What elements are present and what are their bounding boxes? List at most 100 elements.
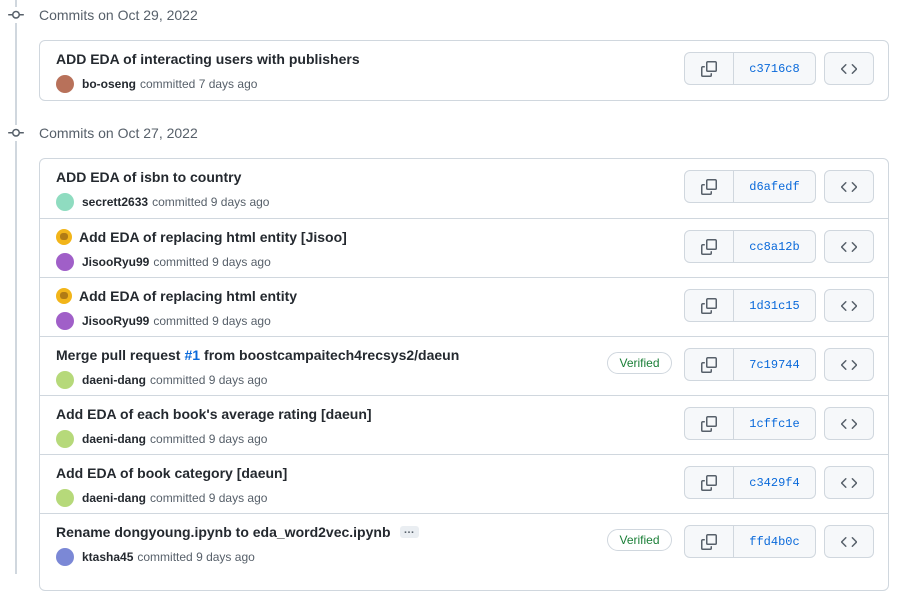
artist-palette-emoji-icon bbox=[56, 229, 72, 245]
relative-time: 9 days ago bbox=[212, 314, 271, 328]
browse-repository-button[interactable] bbox=[824, 348, 874, 381]
commit-row: Rename dongyoung.ipynb to eda_word2vec.i… bbox=[40, 513, 888, 572]
browse-repository-button[interactable] bbox=[824, 52, 874, 85]
commit-sha-link[interactable]: cc8a12b bbox=[734, 230, 816, 263]
commit-icon bbox=[8, 125, 24, 141]
avatar[interactable] bbox=[56, 312, 74, 330]
commit-message: Add EDA of replacing html entity bbox=[56, 288, 297, 304]
commit-row: Merge pull request #1 from boostcampaite… bbox=[40, 336, 888, 395]
author-link[interactable]: daeni-dang bbox=[82, 373, 146, 387]
commit-sha-link[interactable]: 1d31c15 bbox=[734, 289, 816, 322]
commit-message: ADD EDA of interacting users with publis… bbox=[56, 51, 360, 67]
committed-label: committed bbox=[150, 432, 206, 446]
avatar[interactable] bbox=[56, 253, 74, 271]
relative-time: 7 days ago bbox=[198, 77, 258, 91]
author-link[interactable]: secrett2633 bbox=[82, 195, 148, 209]
relative-time: 9 days ago bbox=[210, 195, 270, 209]
commit-message-link[interactable]: from boostcampaitech4recsys2/daeun bbox=[204, 347, 459, 363]
group-date-heading: Commits on Oct 29, 2022 bbox=[39, 7, 198, 23]
copy-sha-button[interactable] bbox=[684, 466, 734, 499]
copy-icon bbox=[701, 356, 717, 373]
browse-repository-button[interactable] bbox=[824, 289, 874, 322]
expand-description-button[interactable]: … bbox=[399, 525, 419, 538]
copy-icon bbox=[701, 533, 717, 550]
copy-icon bbox=[701, 60, 717, 77]
commit-message-link[interactable]: Add EDA of book category [daeun] bbox=[56, 465, 287, 481]
code-icon bbox=[841, 239, 857, 255]
relative-time: 9 days ago bbox=[196, 550, 255, 564]
commit-message-link[interactable]: ADD EDA of interacting users with publis… bbox=[56, 51, 360, 67]
timeline-line bbox=[15, 0, 17, 574]
author-link[interactable]: JisooRyu99 bbox=[82, 255, 149, 269]
commit-sha-link[interactable]: c3429f4 bbox=[734, 466, 816, 499]
relative-time: 9 days ago bbox=[208, 432, 268, 446]
committed-label: committed bbox=[140, 77, 196, 91]
commit-message-link[interactable]: Add EDA of replacing html entity [Jisoo] bbox=[79, 229, 347, 245]
browse-repository-button[interactable] bbox=[824, 466, 874, 499]
copy-sha-button[interactable] bbox=[684, 525, 734, 558]
commit-meta: secrett2633 committed 9 days ago bbox=[56, 193, 269, 211]
commit-sha-link[interactable]: 7c19744 bbox=[734, 348, 816, 381]
browse-repository-button[interactable] bbox=[824, 230, 874, 263]
commit-meta: bo-oseng committed 7 days ago bbox=[56, 75, 257, 93]
commit-sha-link[interactable]: ffd4b0c bbox=[734, 525, 816, 558]
commit-message-link[interactable]: ADD EDA of isbn to country bbox=[56, 169, 241, 185]
pull-request-link[interactable]: #1 bbox=[184, 347, 200, 363]
committed-label: committed bbox=[137, 550, 193, 564]
verified-badge[interactable]: Verified bbox=[607, 529, 672, 551]
copy-sha-button[interactable] bbox=[684, 289, 734, 322]
author-link[interactable]: daeni-dang bbox=[82, 491, 146, 505]
verified-badge[interactable]: Verified bbox=[607, 352, 672, 374]
avatar[interactable] bbox=[56, 75, 74, 93]
commit-message: Add EDA of replacing html entity [Jisoo] bbox=[56, 229, 347, 245]
commit-group-box: ADD EDA of isbn to country secrett2633 com… bbox=[39, 158, 889, 591]
commit-meta: daeni-dang committed 9 days ago bbox=[56, 371, 267, 389]
browse-repository-button[interactable] bbox=[824, 525, 874, 558]
code-icon bbox=[841, 475, 857, 491]
commit-meta: ktasha45 committed 9 days ago bbox=[56, 548, 255, 566]
code-icon bbox=[841, 298, 857, 314]
commit-message: Add EDA of each book's average rating [d… bbox=[56, 406, 372, 422]
commit-row: Add EDA of book category [daeun] daeni-da… bbox=[40, 454, 888, 513]
copy-icon bbox=[701, 238, 717, 255]
commit-message-link[interactable]: Add EDA of each book's average rating [d… bbox=[56, 406, 372, 422]
author-link[interactable]: daeni-dang bbox=[82, 432, 146, 446]
code-icon bbox=[841, 416, 857, 432]
group-date-heading: Commits on Oct 27, 2022 bbox=[39, 125, 198, 141]
commit-meta: daeni-dang committed 9 days ago bbox=[56, 430, 267, 448]
commit-sha-link[interactable]: d6afedf bbox=[734, 170, 816, 203]
commit-message: Rename dongyoung.ipynb to eda_word2vec.i… bbox=[56, 524, 419, 540]
artist-palette-emoji-icon bbox=[56, 288, 72, 304]
relative-time: 9 days ago bbox=[208, 491, 268, 505]
author-link[interactable]: bo-oseng bbox=[82, 77, 136, 91]
committed-label: committed bbox=[153, 255, 209, 269]
avatar[interactable] bbox=[56, 489, 74, 507]
avatar[interactable] bbox=[56, 548, 74, 566]
commit-message-link[interactable]: Merge pull request bbox=[56, 347, 180, 363]
avatar[interactable] bbox=[56, 430, 74, 448]
browse-repository-button[interactable] bbox=[824, 407, 874, 440]
copy-sha-button[interactable] bbox=[684, 230, 734, 263]
copy-sha-button[interactable] bbox=[684, 407, 734, 440]
browse-repository-button[interactable] bbox=[824, 170, 874, 203]
commit-meta: JisooRyu99 committed 9 days ago bbox=[56, 253, 271, 271]
committed-label: committed bbox=[153, 314, 209, 328]
copy-icon bbox=[701, 415, 717, 432]
commit-message-link[interactable]: Rename dongyoung.ipynb to eda_word2vec.i… bbox=[56, 524, 391, 540]
author-link[interactable]: ktasha45 bbox=[82, 550, 133, 564]
commit-row: Add EDA of replacing html entity [Jisoo]… bbox=[40, 218, 888, 277]
copy-sha-button[interactable] bbox=[684, 348, 734, 381]
copy-icon bbox=[701, 178, 717, 195]
commit-message: Add EDA of book category [daeun] bbox=[56, 465, 287, 481]
copy-sha-button[interactable] bbox=[684, 52, 734, 85]
commit-sha-link[interactable]: 1cffc1e bbox=[734, 407, 816, 440]
commit-message-link[interactable]: Add EDA of replacing html entity bbox=[79, 288, 297, 304]
copy-sha-button[interactable] bbox=[684, 170, 734, 203]
avatar[interactable] bbox=[56, 371, 74, 389]
code-icon bbox=[841, 357, 857, 373]
commit-sha-link[interactable]: c3716c8 bbox=[734, 52, 816, 85]
author-link[interactable]: JisooRyu99 bbox=[82, 314, 149, 328]
code-icon bbox=[841, 61, 857, 77]
commit-icon bbox=[8, 7, 24, 23]
avatar[interactable] bbox=[56, 193, 74, 211]
